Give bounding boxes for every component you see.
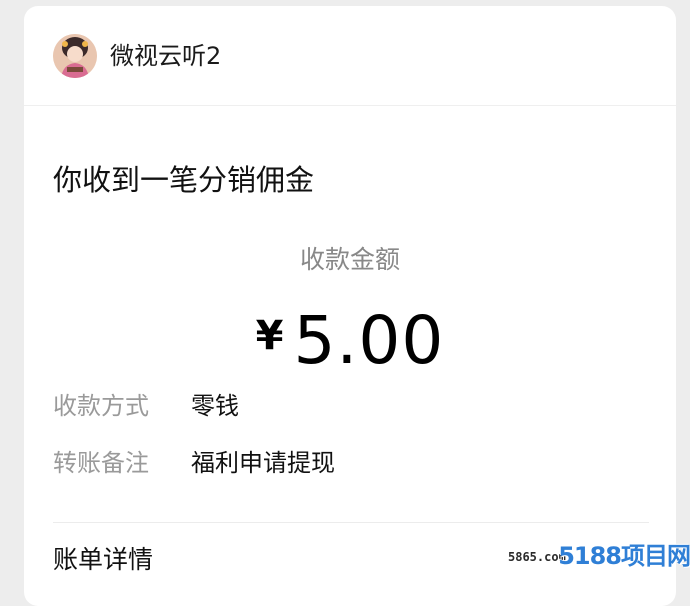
transfer-note-label: 转账备注	[53, 449, 149, 477]
amount-value: 5.00	[293, 302, 445, 379]
payment-method-value: 零钱	[191, 392, 239, 420]
notification-title: 你收到一笔分销佣金	[53, 163, 315, 197]
app-name: 微视云听2	[110, 42, 222, 70]
app-avatar	[53, 34, 97, 78]
watermark: 5865.com 5188项目网	[508, 540, 690, 572]
divider	[53, 522, 649, 523]
transfer-note-row: 转账备注 福利申请提现	[53, 445, 335, 481]
profile-avatar-icon	[53, 34, 97, 78]
amount-label: 收款金额	[299, 245, 400, 274]
payment-amount: ¥5.00	[24, 296, 676, 398]
payment-method-label: 收款方式	[53, 392, 149, 420]
currency-symbol: ¥	[255, 313, 284, 359]
watermark-logo: 5188项目网	[558, 542, 690, 570]
transfer-note-value: 福利申请提现	[191, 449, 335, 477]
payment-method-row: 收款方式 零钱	[53, 388, 239, 424]
bill-details-link[interactable]: 账单详情	[53, 542, 153, 578]
payment-notification-card: 微视云听2 你收到一笔分销佣金 收款金额 ¥5.00 收款方式 零钱 转账备注 福利…	[24, 6, 676, 606]
card-header[interactable]: 微视云听2	[24, 6, 676, 106]
watermark-small-text: 5865.com	[508, 550, 566, 564]
